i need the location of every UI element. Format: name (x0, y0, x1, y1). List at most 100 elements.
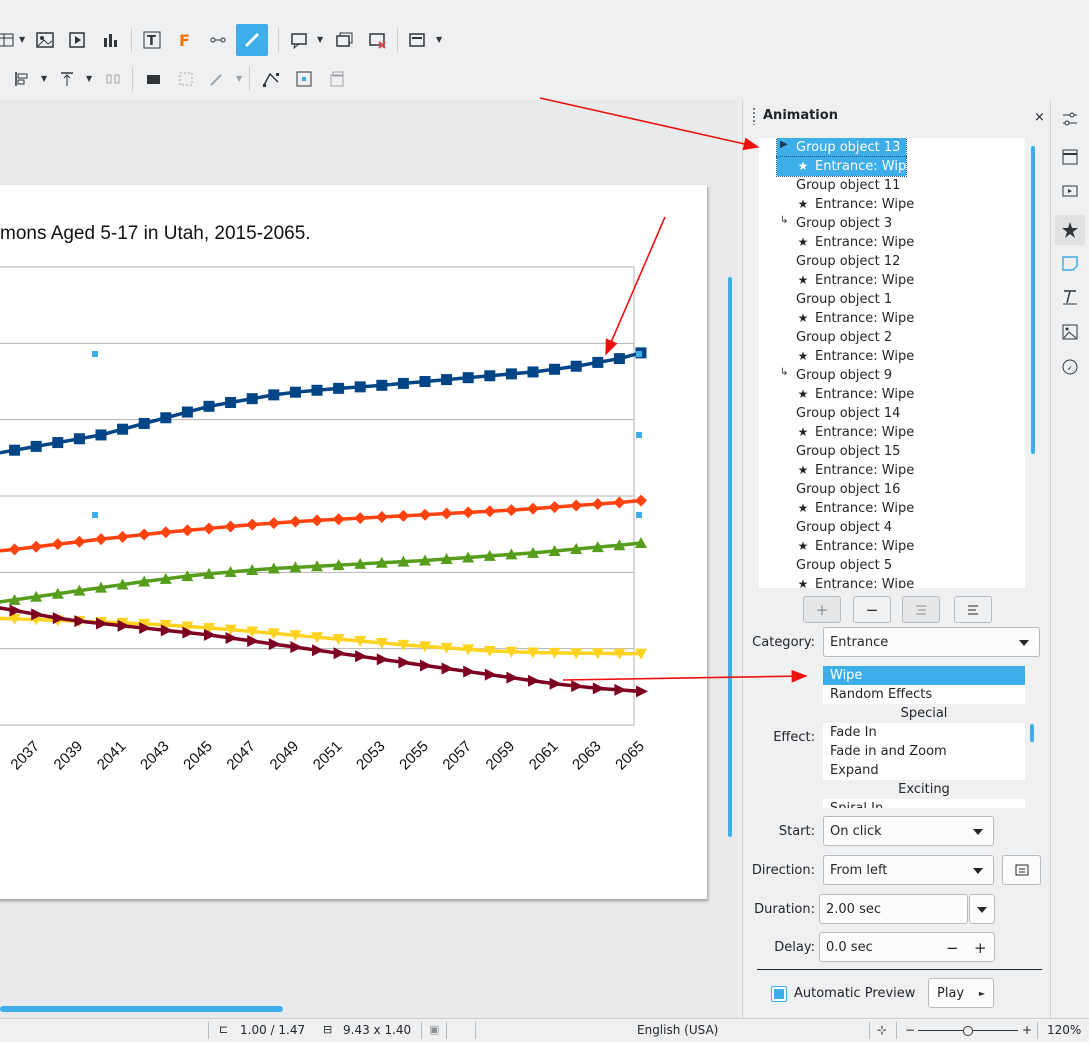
effect-option[interactable]: Random Effects (823, 685, 1025, 704)
increment-icon[interactable]: + (974, 933, 987, 963)
animation-item[interactable]: Group object 12 (796, 252, 900, 271)
animation-item[interactable]: Group object 16 (796, 480, 900, 499)
start-select[interactable]: On click (823, 816, 994, 846)
canvas-vertical-scrollbar[interactable] (728, 277, 732, 837)
animation-effect-item[interactable]: ★ Entrance: Wipe (796, 575, 915, 588)
add-effect-button[interactable]: + (803, 596, 841, 623)
distribute-icon[interactable] (101, 67, 125, 91)
align-dropdown-icon[interactable]: ▼ (41, 74, 47, 83)
styles-icon[interactable] (1059, 286, 1081, 308)
effect-list-scrollbar[interactable] (1030, 724, 1034, 742)
animation-item[interactable]: Group object 5 (796, 556, 892, 575)
animation-effect-item[interactable]: ★ Entrance: Wipe (796, 461, 915, 480)
gallery-icon[interactable] (1059, 321, 1081, 343)
filter-dropdown-icon[interactable]: ▼ (236, 74, 242, 83)
animation-icon[interactable] (1055, 215, 1085, 245)
slide[interactable]: mons Aged 5-17 in Utah, 2015-2065. 2037 2… (0, 185, 707, 899)
selection-handle (92, 512, 98, 518)
effect-option[interactable]: Fade In (823, 723, 1025, 742)
effect-option[interactable]: Expand (823, 761, 1025, 780)
animation-item[interactable]: Group object 13 (776, 138, 907, 158)
zoom-level[interactable]: 120% (1047, 1023, 1081, 1037)
animation-effect-item[interactable]: ★ Entrance: Wipe (796, 385, 915, 404)
x-tick-label: 2063 (569, 738, 605, 774)
table-icon[interactable] (0, 28, 18, 52)
master-slides-icon[interactable] (1059, 252, 1081, 274)
animation-effect-item[interactable]: ★ Entrance: Wipe (796, 499, 915, 518)
remove-effect-button[interactable]: − (853, 596, 891, 623)
auto-preview-label[interactable]: Automatic Preview (794, 986, 915, 1001)
animation-item[interactable]: Group object 15 (796, 442, 900, 461)
animation-effect-item[interactable]: ★ Entrance: Wipe (776, 156, 914, 177)
draw-curve-icon[interactable] (236, 24, 268, 56)
direction-select[interactable]: From left (823, 855, 994, 885)
animation-effect-item[interactable]: ★ Entrance: Wipe (796, 271, 915, 290)
animation-item[interactable]: Group object 1 (796, 290, 892, 309)
fontwork-icon[interactable]: F (173, 28, 197, 52)
effect-option[interactable]: Fade in and Zoom (823, 742, 1025, 761)
animation-item[interactable]: Group object 14 (796, 404, 900, 423)
animation-item[interactable]: Group object 2 (796, 328, 892, 347)
slide-transition-icon[interactable] (1059, 181, 1081, 203)
animation-item[interactable]: Group object 3 (796, 214, 892, 233)
chart-icon[interactable] (98, 28, 122, 52)
callout-icon[interactable] (287, 28, 311, 52)
callout-dropdown-icon[interactable]: ▼ (317, 35, 323, 44)
navigator-icon[interactable] (1059, 356, 1081, 378)
media-icon[interactable] (65, 28, 89, 52)
animation-effect-item[interactable]: ★ Entrance: Wipe (796, 309, 915, 328)
animation-list[interactable]: Group object 13 ▶ ★ Entrance: Wipe Group obj… (759, 138, 1025, 588)
line-chart[interactable]: 2037 2039 2041 2043 2045 2047 2049 2051 2053 2055… (0, 185, 707, 899)
effect-options-button[interactable] (1002, 855, 1041, 885)
glue-points-icon[interactable] (292, 67, 316, 91)
align-icon[interactable] (10, 67, 34, 91)
move-up-button[interactable] (902, 596, 940, 623)
auto-preview-checkbox[interactable] (771, 986, 787, 1002)
decrement-icon[interactable]: − (946, 933, 959, 963)
arrange-icon[interactable] (55, 67, 79, 91)
effect-list[interactable]: Wipe Random Effects Special Fade In Fade in … (823, 666, 1025, 808)
shadow-icon[interactable] (141, 67, 165, 91)
duration-dropdown[interactable] (969, 894, 995, 924)
move-down-button[interactable] (954, 596, 992, 623)
text-box-icon[interactable]: T (140, 28, 164, 52)
animation-item[interactable]: Group object 9 (796, 366, 892, 385)
category-select[interactable]: Entrance (823, 627, 1040, 657)
duration-field[interactable]: 2.00 sec (819, 894, 968, 924)
connector-icon[interactable] (206, 28, 230, 52)
slide-layout-icon[interactable] (405, 28, 429, 52)
delete-slide-icon[interactable] (365, 28, 389, 52)
language-status[interactable]: English (USA) (637, 1023, 718, 1037)
effect-option[interactable]: Wipe (823, 666, 1025, 685)
close-icon[interactable]: × (1034, 110, 1045, 125)
animation-effect-item[interactable]: ★ Entrance: Wipe (796, 195, 915, 214)
zoom-out-icon[interactable]: − (905, 1023, 915, 1037)
layout-dropdown-icon[interactable]: ▼ (436, 35, 442, 44)
animation-effect-item[interactable]: ★ Entrance: Wipe (796, 423, 915, 442)
play-button[interactable]: Play ► (928, 978, 994, 1008)
points-icon[interactable] (259, 67, 283, 91)
filter-icon[interactable] (205, 67, 229, 91)
crop-icon[interactable] (174, 67, 198, 91)
fit-slide-icon[interactable]: ⊹ (877, 1023, 887, 1037)
animation-item[interactable]: Group object 4 (796, 518, 892, 537)
animation-list-scrollbar[interactable] (1031, 146, 1035, 454)
slide-layouts-icon[interactable] (1059, 146, 1081, 168)
zoom-slider-handle[interactable] (963, 1026, 973, 1036)
toggle-extrusion-icon[interactable] (325, 67, 349, 91)
delay-field[interactable]: 0.0 sec − + (819, 932, 995, 962)
panel-grip-icon[interactable] (753, 108, 755, 125)
image-icon[interactable] (33, 28, 57, 52)
zoom-in-icon[interactable]: + (1022, 1023, 1032, 1037)
table-dropdown-icon[interactable]: ▼ (19, 35, 25, 44)
animation-effect-item[interactable]: ★ Entrance: Wipe (796, 233, 915, 252)
animation-item[interactable]: Group object 11 (796, 176, 900, 195)
effect-option[interactable]: Spiral In (823, 799, 1025, 808)
arrange-dropdown-icon[interactable]: ▼ (86, 74, 92, 83)
animation-effect-item[interactable]: ★ Entrance: Wipe (796, 537, 915, 556)
duplicate-slide-icon[interactable] (332, 28, 356, 52)
animation-effect-item[interactable]: ★ Entrance: Wipe (796, 347, 915, 366)
canvas-horizontal-scrollbar[interactable] (0, 1006, 283, 1012)
properties-icon[interactable] (1059, 108, 1081, 130)
effect-label: Effect: (773, 730, 815, 745)
